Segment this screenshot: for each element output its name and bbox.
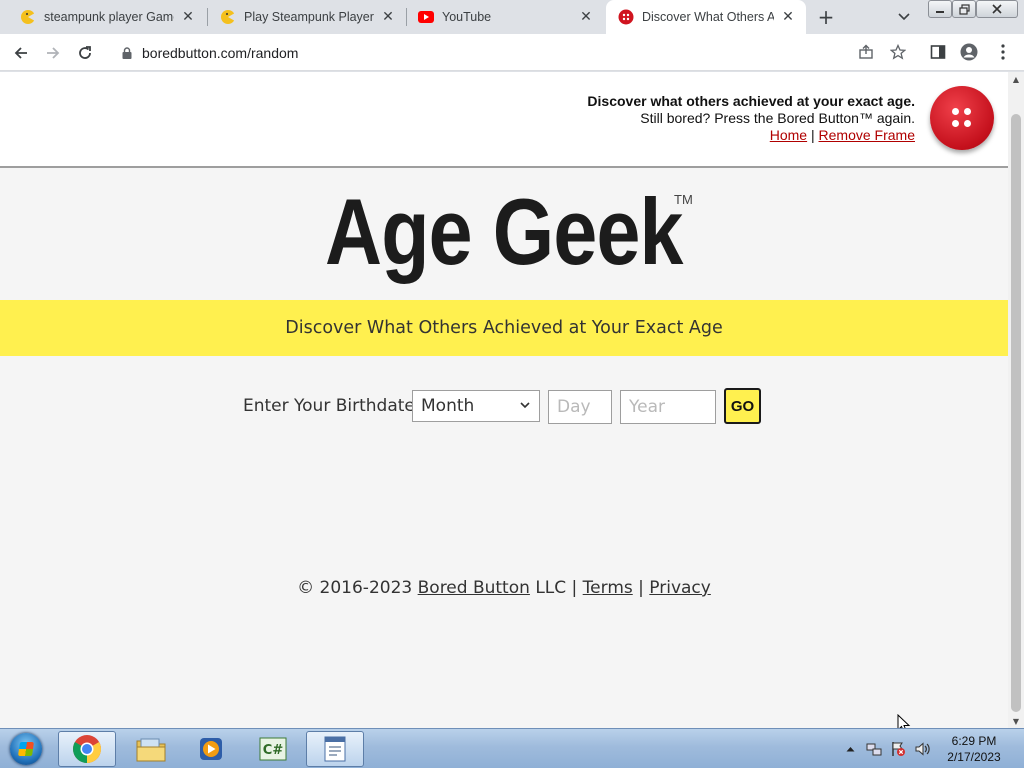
- csharp-editor-icon[interactable]: C#: [244, 731, 302, 767]
- go-button[interactable]: GO: [724, 388, 761, 424]
- reload-icon[interactable]: [72, 40, 98, 66]
- link-separator: |: [811, 127, 815, 143]
- tagline-text: Discover What Others Achieved at Your Ex…: [285, 318, 723, 338]
- chevron-down-icon: [520, 398, 530, 412]
- trademark-mark: TM: [674, 192, 693, 207]
- bookmark-star-icon[interactable]: [889, 43, 907, 61]
- tab-title: YouTube: [442, 10, 492, 24]
- close-tab-icon[interactable]: ✕: [578, 9, 594, 25]
- url-text: boredbutton.com/random: [142, 44, 299, 61]
- windows-taskbar: C# 6:29 PM 2/17/2023: [0, 728, 1024, 768]
- logo-text: Age Geek: [325, 179, 683, 284]
- tab-title: Play Steampunk Player Pa: [244, 10, 374, 24]
- back-icon[interactable]: [8, 40, 34, 66]
- start-button[interactable]: [4, 731, 48, 767]
- media-player-icon[interactable]: [182, 731, 240, 767]
- bored-button[interactable]: [930, 86, 994, 150]
- windows-logo-icon: [10, 733, 42, 765]
- clock-date: 2/17/2023: [947, 750, 1001, 764]
- frame-text: Discover what others achieved at your ex…: [587, 93, 915, 144]
- clock-time: 6:29 PM: [951, 734, 997, 748]
- new-tab-icon[interactable]: +: [815, 5, 837, 29]
- footer-separator: |: [571, 578, 578, 598]
- bored-button-link[interactable]: Bored Button: [418, 578, 530, 598]
- bored-button-frame-header: Discover what others achieved at your ex…: [0, 72, 1008, 168]
- volume-icon[interactable]: [912, 729, 932, 768]
- minimize-icon[interactable]: [928, 0, 952, 18]
- lock-icon[interactable]: [120, 46, 134, 59]
- tab-steampunk-games[interactable]: steampunk player Games ✕: [8, 0, 206, 34]
- month-select-value: Month: [421, 396, 475, 416]
- scroll-up-icon[interactable]: ▲: [1008, 72, 1024, 86]
- profile-avatar-icon[interactable]: [960, 43, 978, 61]
- action-center-flag-icon[interactable]: [888, 729, 908, 768]
- tab-youtube[interactable]: YouTube ✕: [406, 0, 604, 34]
- mouse-cursor-icon: [897, 714, 911, 728]
- share-icon[interactable]: [857, 43, 875, 61]
- youtube-icon: [418, 9, 434, 25]
- svg-text:C#: C#: [263, 743, 284, 758]
- tab-steampunk-player[interactable]: Play Steampunk Player Pa ✕: [208, 0, 406, 34]
- tab-title: steampunk player Games: [44, 10, 174, 24]
- pacman-icon: [20, 9, 36, 25]
- tab-title: Discover What Others Ac: [642, 10, 774, 24]
- restore-icon[interactable]: [952, 0, 976, 18]
- tab-strip: steampunk player Games ✕ Play Steampunk …: [0, 0, 1024, 34]
- birthdate-form: Enter Your Birthdate: Month Day Year GO: [0, 388, 1008, 424]
- show-hidden-icons-icon[interactable]: [842, 729, 858, 768]
- page-viewport: Discover what others achieved at your ex…: [0, 72, 1008, 728]
- frame-headline: Discover what others achieved at your ex…: [587, 93, 915, 109]
- file-explorer-icon[interactable]: [122, 731, 180, 767]
- home-link[interactable]: Home: [770, 127, 807, 143]
- system-clock[interactable]: 6:29 PM 2/17/2023: [934, 733, 1014, 765]
- forward-icon[interactable]: [40, 40, 66, 66]
- close-tab-icon[interactable]: ✕: [780, 9, 796, 25]
- close-window-icon[interactable]: [976, 0, 1018, 18]
- button-holes-icon: [952, 108, 972, 128]
- pacman-icon: [220, 9, 236, 25]
- address-bar[interactable]: boredbutton.com/random: [110, 38, 922, 67]
- bored-button-icon: [618, 9, 634, 25]
- day-placeholder: Day: [557, 397, 591, 417]
- privacy-link[interactable]: Privacy: [649, 578, 711, 598]
- page-footer: © 2016-2023 Bored Button LLC | Terms | P…: [0, 578, 1008, 598]
- month-select[interactable]: Month: [412, 390, 540, 422]
- close-tab-icon[interactable]: ✕: [180, 9, 196, 25]
- company-suffix: LLC: [535, 578, 567, 598]
- close-tab-icon[interactable]: ✕: [380, 9, 396, 25]
- scroll-down-icon[interactable]: ▼: [1008, 714, 1024, 728]
- network-icon[interactable]: [864, 729, 884, 768]
- footer-separator: |: [638, 578, 644, 598]
- frame-subline: Still bored? Press the Bored Button™ aga…: [640, 110, 915, 126]
- chrome-icon[interactable]: [58, 731, 116, 767]
- tagline-banner: Discover What Others Achieved at Your Ex…: [0, 300, 1008, 356]
- document-app-icon[interactable]: [306, 731, 364, 767]
- browser-toolbar: boredbutton.com/random: [0, 34, 1024, 71]
- frame-links: Home | Remove Frame: [587, 127, 915, 144]
- year-placeholder: Year: [629, 397, 665, 417]
- page-scrollbar[interactable]: ▲ ▼: [1008, 72, 1024, 728]
- remove-frame-link[interactable]: Remove Frame: [819, 127, 915, 143]
- birthdate-label: Enter Your Birthdate:: [243, 396, 421, 416]
- terms-link[interactable]: Terms: [583, 578, 633, 598]
- side-panel-icon[interactable]: [929, 43, 947, 61]
- copyright-text: © 2016-2023: [297, 578, 413, 598]
- tab-discover-active[interactable]: Discover What Others Ac ✕: [606, 0, 806, 34]
- chevron-down-icon[interactable]: [895, 8, 913, 26]
- menu-dots-icon[interactable]: [994, 43, 1012, 61]
- age-geek-logo: Age Geek TM: [0, 182, 1008, 282]
- scrollbar-thumb[interactable]: [1011, 114, 1021, 712]
- day-input[interactable]: Day: [548, 390, 612, 424]
- year-input[interactable]: Year: [620, 390, 716, 424]
